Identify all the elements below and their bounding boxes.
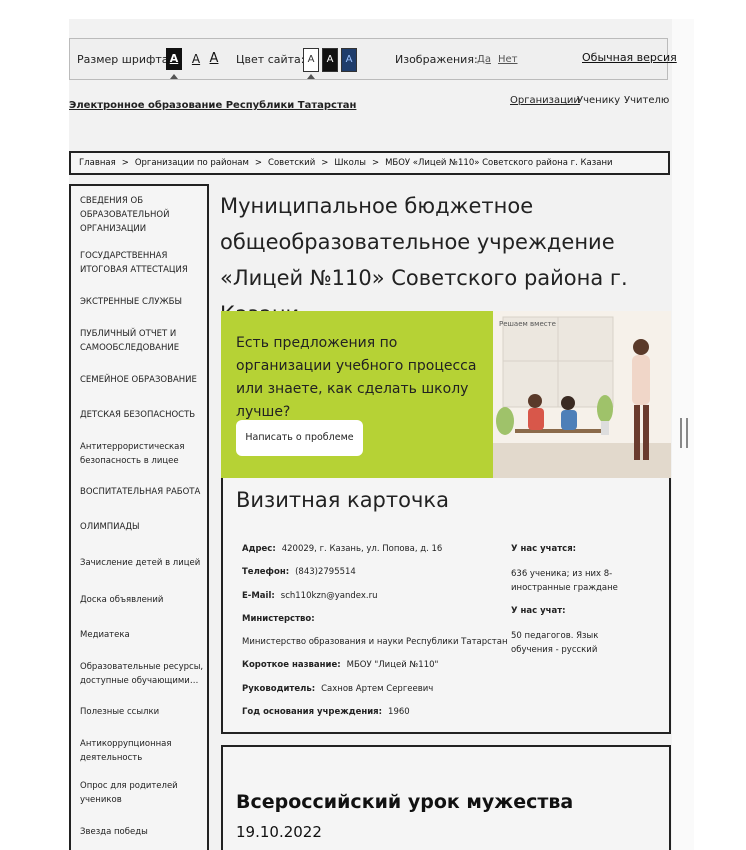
color-blue-button[interactable]: A: [341, 48, 357, 72]
breadcrumb-separator: >: [254, 158, 263, 168]
sidebar-item-family-education[interactable]: СЕМЕЙНОЕ ОБРАЗОВАНИЕ: [80, 373, 205, 387]
normal-version-link[interactable]: Обычная версия: [582, 51, 677, 64]
sidebar-item-parents-survey[interactable]: Опрос для родителей учеников: [80, 779, 205, 807]
business-card-title: Визитная карточка: [236, 488, 449, 512]
ministry-label: Министерство:: [242, 614, 315, 624]
selected-marker-icon: [307, 74, 315, 79]
sidebar-item-public-report[interactable]: ПУБЛИЧНЫЙ ОТЧЕТ И САМООБСЛЕДОВАНИЕ: [80, 327, 205, 355]
sidebar-item-edu-resources[interactable]: Образовательные ресурсы, доступные обуча…: [80, 660, 205, 688]
sidebar-item-enrollment[interactable]: Зачисление детей в лицей: [80, 556, 205, 570]
breadcrumb-sovetsky[interactable]: Советский: [268, 158, 315, 168]
font-size-large-button[interactable]: A: [206, 48, 222, 70]
images-no-link[interactable]: Нет: [498, 54, 518, 65]
sidebar-item-child-safety[interactable]: ДЕТСКАЯ БЕЗОПАСНОСТЬ: [80, 408, 205, 422]
founded-field: Год основания учреждения: 1960: [242, 707, 410, 717]
breadcrumb-districts[interactable]: Организации по районам: [135, 158, 249, 168]
ministry-value: Министерство образования и науки Республ…: [242, 637, 508, 647]
news-date: 19.10.2022: [236, 823, 322, 841]
short-name-field: Короткое название: МБОУ "Лицей №110": [242, 660, 439, 670]
email-field: E-Mail: sch110kzn@yandex.ru: [242, 591, 378, 601]
color-black-button[interactable]: A: [322, 48, 338, 72]
sidebar-item-upbringing[interactable]: ВОСПИТАТЕЛЬНАЯ РАБОТА: [80, 485, 205, 499]
students-value: 636 ученика; из них 8- иностранные гражд…: [511, 569, 618, 593]
breadcrumb: Главная > Организации по районам > Совет…: [69, 151, 670, 175]
sidebar-item-olympiads[interactable]: ОЛИМПИАДЫ: [80, 520, 205, 534]
sidebar-item-org-info[interactable]: СВЕДЕНИЯ ОБ ОБРАЗОВАТЕЛЬНОЙ ОРГАНИЗАЦИИ: [80, 194, 205, 236]
address-field: Адрес: 420029, г. Казань, ул. Попова, д. …: [242, 544, 443, 554]
teachers-value: 50 педагогов. Язык обучения - русский: [511, 631, 599, 655]
scroll-handle[interactable]: [680, 418, 688, 448]
font-size-label: Размер шрифта:: [77, 53, 173, 66]
breadcrumb-separator: >: [321, 158, 329, 168]
banner-text: Есть предложения по организации учебного…: [236, 335, 477, 420]
breadcrumb-separator: >: [371, 158, 380, 168]
images-yes-link[interactable]: Да: [477, 54, 491, 65]
font-size-medium-button[interactable]: A: [188, 48, 204, 70]
teachers-label: У нас учат:: [511, 606, 566, 616]
sidebar-item-media[interactable]: Медиатека: [80, 628, 205, 642]
news-title[interactable]: Всероссийский урок мужества: [236, 791, 573, 813]
color-white-button[interactable]: A: [303, 48, 319, 72]
sidebar-item-useful-links[interactable]: Полезные ссылки: [80, 705, 205, 719]
nav-teacher[interactable]: Учителю: [624, 95, 669, 106]
selected-marker-icon: [170, 74, 178, 79]
director-field: Руководитель: Сахнов Артем Сергеевич: [242, 684, 434, 694]
breadcrumb-current: МБОУ «Лицей №110» Советского района г. К…: [385, 158, 613, 168]
site-title-link[interactable]: Электронное образование Республики Татар…: [69, 100, 356, 111]
nav-organizations[interactable]: Организации: [510, 95, 580, 106]
site-color-label: Цвет сайта:: [236, 53, 305, 66]
nav-student[interactable]: Ученику: [577, 95, 620, 106]
banner-tag: Решаем вместе: [499, 320, 556, 328]
images-label: Изображения:: [395, 53, 478, 66]
phone-field: Телефон: (843)2795514: [242, 567, 356, 577]
sidebar-item-gia[interactable]: ГОСУДАРСТВЕННАЯ ИТОГОВАЯ АТТЕСТАЦИЯ: [80, 249, 205, 277]
font-size-small-button[interactable]: A: [166, 48, 182, 70]
sidebar-item-antiterror[interactable]: Антитеррористическая безопасность в лице…: [80, 440, 205, 468]
sidebar-item-anticorruption[interactable]: Антикоррупционная деятельность: [80, 737, 205, 765]
breadcrumb-schools[interactable]: Школы: [334, 158, 366, 168]
sidebar-item-emergency[interactable]: ЭКСТРЕННЫЕ СЛУЖБЫ: [80, 295, 205, 309]
students-label: У нас учатся:: [511, 544, 577, 554]
sidebar-item-announcements[interactable]: Доска объявлений: [80, 593, 205, 607]
banner-illustration: [493, 311, 671, 478]
breadcrumb-home[interactable]: Главная: [79, 158, 116, 168]
breadcrumb-separator: >: [121, 158, 129, 168]
business-card: [221, 478, 671, 734]
sidebar-item-victory-star[interactable]: Звезда победы: [80, 825, 205, 839]
sidebar: СВЕДЕНИЯ ОБ ОБРАЗОВАТЕЛЬНОЙ ОРГАНИЗАЦИИ …: [69, 184, 209, 850]
report-problem-button[interactable]: Написать о проблеме: [236, 420, 363, 456]
